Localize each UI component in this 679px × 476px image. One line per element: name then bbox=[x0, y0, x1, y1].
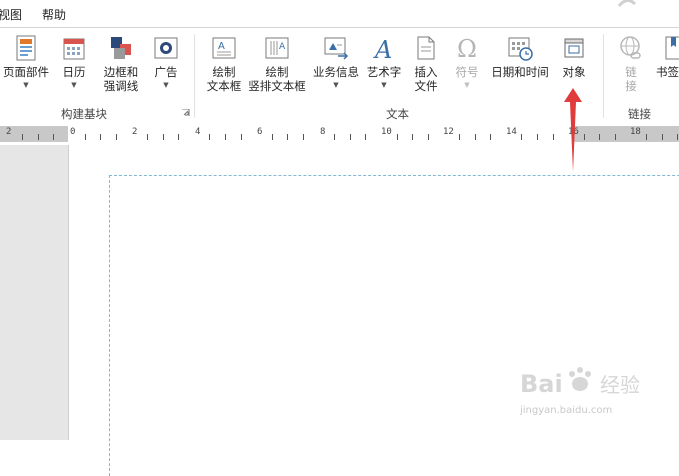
date-time-label: 日期和时间 bbox=[491, 65, 549, 79]
menu-bar: 视图 帮助 bbox=[0, 0, 679, 27]
page-parts-icon bbox=[16, 35, 36, 61]
chevron-down-icon: ▼ bbox=[333, 81, 339, 89]
advertisements-label: 广告 bbox=[154, 65, 178, 79]
bookmark-label: 书签 bbox=[656, 65, 679, 79]
watermark-url: jingyan.baidu.com bbox=[520, 405, 613, 416]
wordart-button[interactable]: A 艺术字 ▼ bbox=[364, 34, 404, 90]
advertisement-icon bbox=[154, 37, 178, 59]
insert-file-label-line1: 插入 bbox=[414, 65, 438, 79]
insert-file-label-line2: 文件 bbox=[414, 79, 438, 93]
svg-text:Ω: Ω bbox=[457, 35, 477, 62]
group-label-links: 链接 bbox=[628, 107, 651, 121]
date-time-icon bbox=[508, 37, 533, 61]
link-button[interactable]: 链 接 bbox=[614, 34, 648, 93]
borders-accents-button[interactable]: 边框和 强调线 bbox=[96, 34, 146, 93]
menu-help-tab[interactable]: 帮助 bbox=[42, 6, 66, 23]
symbol-button[interactable]: Ω 符号 ▼ bbox=[449, 34, 485, 90]
ruler-number: 8 bbox=[320, 127, 326, 137]
ruler-number: 2 bbox=[132, 127, 138, 137]
chevron-down-icon: ▼ bbox=[464, 81, 470, 89]
pages-pane bbox=[0, 145, 69, 440]
calendar-label: 日历 bbox=[62, 65, 86, 79]
wordart-label: 艺术字 bbox=[366, 65, 402, 79]
object-label: 对象 bbox=[562, 65, 586, 79]
omega-icon: Ω bbox=[457, 35, 477, 62]
svg-text:经验: 经验 bbox=[600, 373, 640, 397]
menu-view-tab[interactable]: 视图 bbox=[0, 6, 22, 23]
business-info-label: 业务信息 bbox=[313, 65, 359, 79]
page-parts-label: 页面部件 bbox=[3, 65, 49, 79]
ruler-number: 12 bbox=[443, 127, 454, 137]
ruler-number: 14 bbox=[506, 127, 517, 137]
draw-textbox-button[interactable]: A 绘制 文本框 bbox=[204, 34, 244, 93]
calendar-icon bbox=[63, 38, 85, 60]
svg-text:Bai: Bai bbox=[520, 370, 563, 398]
textbox-icon: A bbox=[212, 37, 236, 59]
link-label-line1: 链 bbox=[625, 65, 637, 79]
ruler-number: 4 bbox=[195, 127, 201, 137]
calendar-button[interactable]: 日历 ▼ bbox=[56, 34, 92, 90]
bookmark-button[interactable]: 书签 bbox=[656, 34, 679, 79]
insert-file-icon bbox=[417, 36, 435, 60]
chevron-down-icon: ▼ bbox=[163, 81, 169, 89]
page-parts-button[interactable]: 页面部件 ▼ bbox=[0, 34, 52, 90]
svg-text:A: A bbox=[373, 36, 392, 62]
borders-label-line2: 强调线 bbox=[103, 79, 139, 93]
advertisements-button[interactable]: 广告 ▼ bbox=[150, 34, 182, 90]
business-info-button[interactable]: 业务信息 ▼ bbox=[311, 34, 361, 90]
link-label-line2: 接 bbox=[625, 79, 637, 93]
ruler-number: 6 bbox=[257, 127, 263, 137]
chevron-down-icon: ▼ bbox=[71, 81, 77, 89]
draw-vertical-textbox-button[interactable]: A 绘制 竖排文本框 bbox=[246, 34, 308, 93]
svg-text:A: A bbox=[279, 42, 286, 52]
insert-file-button[interactable]: 插入 文件 bbox=[409, 34, 443, 93]
draw-textbox-label-line2: 文本框 bbox=[206, 79, 242, 93]
ruler-number: 0 bbox=[70, 127, 76, 137]
wordart-icon: A bbox=[373, 36, 392, 62]
ruler-number: 2 bbox=[6, 127, 12, 137]
vertical-textbox-icon: A bbox=[265, 37, 289, 59]
object-button[interactable]: 对象 bbox=[557, 34, 591, 79]
group-separator bbox=[603, 34, 604, 118]
svg-text:A: A bbox=[218, 41, 225, 52]
symbol-label: 符号 bbox=[455, 65, 479, 79]
business-info-icon bbox=[324, 37, 349, 60]
group-label-building-blocks: 构建基块 bbox=[61, 107, 107, 121]
draw-textbox-label-line1: 绘制 bbox=[212, 65, 236, 79]
draw-vertical-textbox-label-line1: 绘制 bbox=[265, 65, 289, 79]
borders-label-line1: 边框和 bbox=[103, 65, 139, 79]
group-label-text: 文本 bbox=[386, 107, 409, 121]
undo-icon[interactable] bbox=[615, 0, 637, 10]
chevron-down-icon: ▼ bbox=[381, 81, 387, 89]
red-arrow-annotation bbox=[564, 88, 582, 172]
chevron-down-icon: ▼ bbox=[23, 81, 29, 89]
object-icon bbox=[564, 38, 584, 58]
ruler-number: 18 bbox=[630, 127, 641, 137]
baidu-jingyan-watermark: Bai 经验 bbox=[520, 367, 640, 398]
draw-vertical-textbox-label-line2: 竖排文本框 bbox=[248, 79, 306, 93]
ruler-number: 10 bbox=[381, 127, 392, 137]
group-separator bbox=[194, 34, 195, 118]
bookmark-icon bbox=[665, 36, 679, 60]
globe-link-icon bbox=[620, 36, 641, 59]
borders-icon bbox=[111, 37, 131, 59]
date-time-button[interactable]: 日期和时间 bbox=[489, 34, 551, 79]
dialog-launcher-icon[interactable] bbox=[182, 109, 190, 117]
